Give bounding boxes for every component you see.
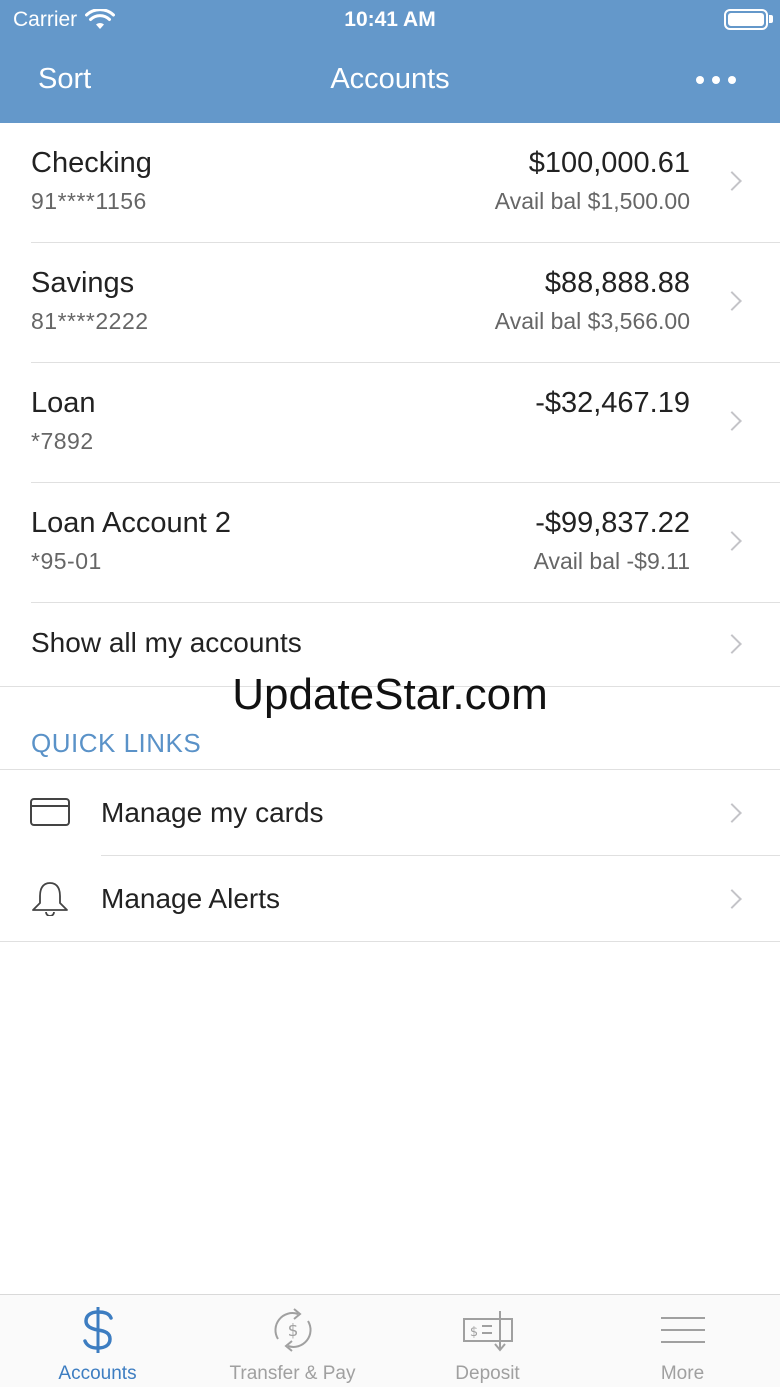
- more-options-icon[interactable]: [696, 67, 736, 93]
- manage-cards-link[interactable]: Manage my cards: [0, 770, 780, 856]
- account-name: Loan: [31, 387, 96, 419]
- show-all-label: Show all my accounts: [31, 627, 302, 658]
- transfer-icon: $: [273, 1308, 312, 1352]
- account-number: *95-01: [31, 548, 102, 574]
- tab-label: Transfer & Pay: [229, 1363, 356, 1384]
- svg-text:$: $: [287, 1321, 298, 1341]
- account-number: 81****2222: [31, 308, 149, 334]
- chevron-right-icon: [722, 634, 742, 654]
- tab-label: More: [660, 1363, 705, 1384]
- chevron-right-icon: [722, 171, 742, 191]
- tab-deposit[interactable]: $ Deposit: [390, 1295, 585, 1387]
- deposit-check-icon: $: [462, 1311, 513, 1352]
- status-time: 10:41 AM: [344, 8, 436, 31]
- watermark-text: UpdateStar.com: [232, 670, 548, 719]
- account-balance: -$99,837.22: [535, 507, 690, 539]
- tab-label: Deposit: [455, 1363, 520, 1384]
- account-row-loan[interactable]: Loan *7892 -$32,467.19: [0, 363, 780, 483]
- account-balance: -$32,467.19: [535, 387, 690, 419]
- credit-card-icon: [30, 798, 70, 826]
- page-title: Accounts: [330, 63, 450, 95]
- available-balance: Avail bal -$9.11: [533, 548, 690, 574]
- quick-links-header: QUICK LINKS: [31, 728, 202, 758]
- manage-cards-label: Manage my cards: [101, 797, 324, 828]
- account-name: Loan Account 2: [31, 507, 231, 539]
- chevron-right-icon: [722, 531, 742, 551]
- chevron-right-icon: [722, 803, 742, 823]
- account-balance: $88,888.88: [544, 267, 690, 299]
- account-name: Savings: [31, 267, 135, 299]
- available-balance: Avail bal $1,500.00: [494, 188, 690, 214]
- account-row-checking[interactable]: Checking 91****1156 $100,000.61 Avail ba…: [0, 123, 780, 243]
- chevron-right-icon: [722, 889, 742, 909]
- account-row-savings[interactable]: Savings 81****2222 $88,888.88 Avail bal …: [0, 243, 780, 363]
- menu-icon: [660, 1317, 705, 1343]
- tab-accounts[interactable]: Accounts: [0, 1295, 195, 1387]
- account-number: *7892: [31, 428, 94, 454]
- battery-icon: [724, 9, 768, 30]
- header-bar: Carrier 10:41 AM Sort Accounts: [0, 0, 780, 123]
- navigation-bar: Sort Accounts: [0, 55, 780, 107]
- svg-text:$: $: [469, 1325, 477, 1340]
- account-name: Checking: [31, 147, 152, 179]
- dollar-icon: [82, 1307, 113, 1353]
- account-number: 91****1156: [31, 188, 147, 214]
- tab-transfer-pay[interactable]: $ Transfer & Pay: [195, 1295, 390, 1387]
- chevron-right-icon: [722, 291, 742, 311]
- account-balance: $100,000.61: [528, 147, 690, 179]
- account-row-loan-account-2[interactable]: Loan Account 2 *95-01 -$99,837.22 Avail …: [0, 483, 780, 603]
- manage-alerts-link[interactable]: Manage Alerts: [0, 856, 780, 942]
- tab-label: Accounts: [58, 1363, 137, 1384]
- status-bar: Carrier 10:41 AM: [0, 0, 780, 40]
- tab-bar: Accounts $ Transfer & Pay $ Deposit More: [0, 1294, 780, 1387]
- available-balance: Avail bal $3,566.00: [494, 308, 690, 334]
- manage-alerts-label: Manage Alerts: [101, 883, 280, 914]
- tab-more[interactable]: More: [585, 1295, 780, 1387]
- chevron-right-icon: [722, 411, 742, 431]
- bell-icon: [32, 882, 68, 916]
